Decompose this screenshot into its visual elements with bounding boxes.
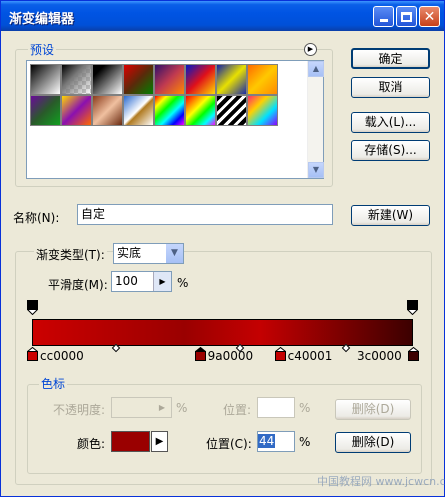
smoothness-value: 100 [115,274,138,288]
opacity-stop-left[interactable] [26,300,39,316]
minimize-button[interactable] [373,6,394,27]
color-position-input[interactable]: 44 [257,431,295,452]
title-bar[interactable]: 渐变编辑器 ✕ [1,1,444,31]
preset-swatch-black-white[interactable] [30,64,61,95]
smoothness-label: 平滑度(M): [48,278,108,292]
opacity-position-input [257,397,295,418]
stop-color-menu-button[interactable]: ▶ [151,431,168,452]
presets-legend: 预设 [28,41,57,58]
preset-swatch-black-white-alt[interactable] [92,64,123,95]
play-icon: ▶ [155,436,164,447]
gradient-type-select[interactable]: 实底 ▼ [113,243,184,264]
play-icon: ▶ [307,45,314,53]
new-button[interactable]: 新建(W) [351,205,430,226]
minimize-icon [379,19,388,22]
window-title: 渐变编辑器 [9,12,75,27]
color-stop-3c0000[interactable] [407,346,420,361]
watermark: 中国教程网 www.jcwcn.com [317,475,445,488]
gradient-type-label: 渐变类型(T): [34,246,107,263]
color-stop-label: 3c0000 [357,349,402,363]
opacity-position-percent: % [299,401,311,415]
smoothness-percent: % [177,276,189,290]
delete-opacity-stop-button: 删除(D) [335,399,411,420]
smoothness-input[interactable]: 100 ▶ [111,271,172,292]
gradient-type-value: 实底 [117,246,142,260]
scroll-up-button[interactable]: ▲ [308,61,324,77]
color-stops-row: cc0000 9a0000 c40001 3c0000 [1,343,445,367]
color-label: 颜色: [77,437,106,451]
preset-swatch-copper[interactable] [92,95,123,126]
name-label: 名称(N): [13,211,60,225]
chevron-down-icon[interactable]: ▼ [166,244,183,263]
preset-swatch-list[interactable]: ▲ ▼ [26,60,324,179]
opacity-percent: % [176,401,188,415]
presets-menu-button[interactable]: ▶ [304,43,317,56]
color-stop-label: c40001 [287,349,333,363]
opacity-stop-icon [406,300,419,316]
save-button[interactable]: 存储(S)... [351,140,430,161]
preset-swatch-blue-red-yellow[interactable] [185,64,216,95]
opacity-position-label: 位置: [223,403,252,417]
opacity-label: 不透明度: [53,403,106,417]
preset-swatch-transparent-stripes[interactable] [216,95,247,126]
color-stop-label: cc0000 [40,349,84,363]
play-icon: ▶ [158,403,166,412]
preset-scrollbar[interactable]: ▲ ▼ [307,61,324,178]
gradient-bar[interactable] [32,319,413,346]
preset-swatch-transparent-rainbow[interactable] [185,95,216,126]
maximize-button[interactable] [396,6,417,27]
color-stop-9a0000[interactable] [193,346,207,361]
ok-button[interactable]: 确定 [351,48,430,69]
smoothness-slider-button[interactable]: ▶ [153,272,171,291]
scroll-down-button[interactable]: ▼ [308,162,324,178]
name-input[interactable]: 自定 [77,204,333,225]
arrow-down-icon: ▼ [312,165,320,174]
load-button[interactable]: 载入(L)... [351,112,430,133]
maximize-icon [401,11,412,22]
preset-swatch-chrome[interactable] [123,95,154,126]
preset-swatch-blue-yellow-blue[interactable] [216,64,247,95]
preset-swatch-yellow-violet-orange[interactable] [61,95,92,126]
color-position-percent: % [299,435,311,449]
opacity-stop-right[interactable] [406,300,419,316]
preset-swatch-black-transparent[interactable] [61,64,92,95]
preset-swatch-spectrum[interactable] [154,95,185,126]
preset-swatch-violet-orange[interactable] [154,64,185,95]
color-stop-cc0000[interactable] [26,346,39,361]
opacity-stop-icon [26,300,39,316]
play-icon: ▶ [159,277,166,286]
stops-legend: 色标 [39,375,68,392]
preset-swatch-red-green[interactable] [123,64,154,95]
color-position-value: 44 [258,434,276,448]
preset-swatch-orange-yellow[interactable] [247,64,278,95]
preset-swatch-violet-green[interactable] [30,95,61,126]
color-position-label: 位置(C): [206,437,252,451]
color-stop-c40001[interactable] [273,346,287,361]
stops-group [27,384,422,474]
gradient-editor-window: 渐变编辑器 ✕ 预设 ▶ ▲ ▼ 确定 取消 载入(L)... 存储(S)...… [0,0,445,497]
color-stop-label: 9a0000 [207,349,254,363]
preset-swatch-rainbow-stripes[interactable] [247,95,278,126]
delete-color-stop-button[interactable]: 删除(D) [335,432,411,453]
cancel-button[interactable]: 取消 [351,77,430,98]
opacity-input: ▶ [111,397,172,418]
close-button[interactable]: ✕ [419,6,440,27]
close-icon: ✕ [423,8,436,25]
stop-color-swatch[interactable] [111,431,150,452]
arrow-up-icon: ▲ [312,64,320,73]
